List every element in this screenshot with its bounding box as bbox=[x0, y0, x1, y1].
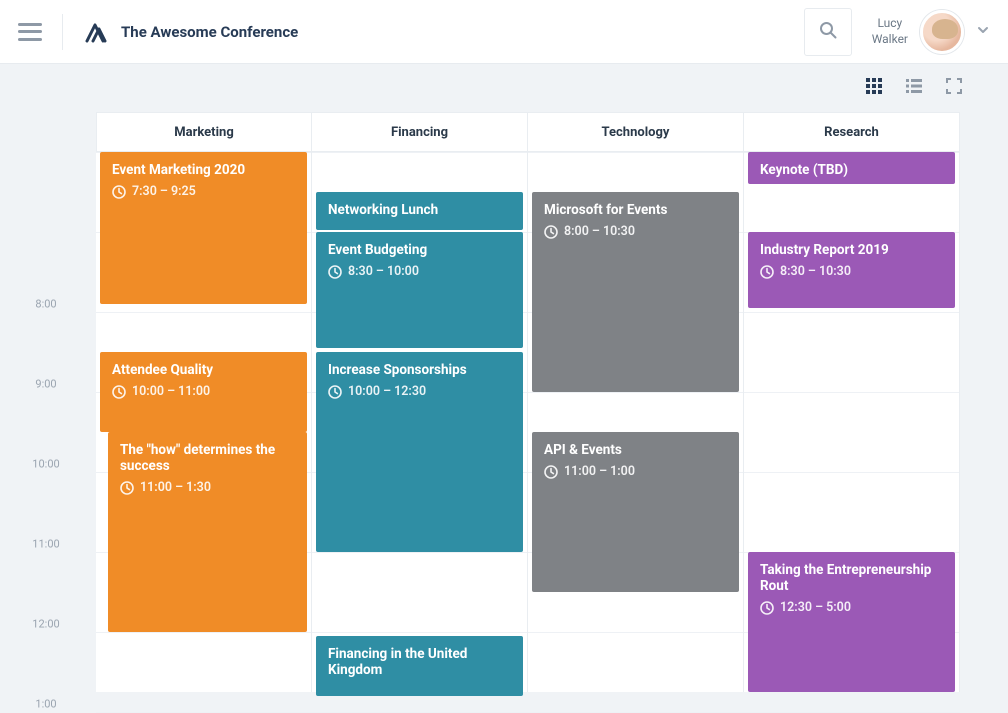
fullscreen-icon bbox=[946, 78, 962, 98]
event-card[interactable]: Financing in the United Kingdom bbox=[316, 636, 523, 696]
chevron-down-icon bbox=[976, 22, 990, 41]
event-title: Event Marketing 2020 bbox=[112, 162, 295, 178]
agenda-grid: Event Marketing 2020 7:30 – 9:25 Attendee … bbox=[96, 152, 960, 692]
track-header-marketing[interactable]: Marketing bbox=[96, 112, 312, 152]
clock-icon bbox=[328, 385, 342, 399]
track-header-research[interactable]: Research bbox=[744, 112, 960, 152]
view-controls bbox=[0, 64, 1008, 112]
event-card[interactable]: The "how" determines the success 11:00 – … bbox=[108, 432, 307, 632]
event-title: Microsoft for Events bbox=[544, 202, 727, 218]
event-time: 10:00 – 11:00 bbox=[112, 384, 295, 399]
event-title: Networking Lunch bbox=[328, 202, 511, 218]
event-time: 8:00 – 10:30 bbox=[544, 224, 727, 239]
user-name: Lucy Walker bbox=[872, 16, 908, 47]
event-time: 10:00 – 12:30 bbox=[328, 384, 511, 399]
list-view-button[interactable] bbox=[904, 78, 924, 98]
grid-view-button[interactable] bbox=[864, 78, 884, 98]
search-icon bbox=[819, 21, 837, 43]
brand-title: The Awesome Conference bbox=[121, 23, 298, 41]
clock-icon bbox=[120, 481, 134, 495]
clock-icon bbox=[112, 185, 126, 199]
event-title: Event Budgeting bbox=[328, 242, 511, 258]
user-menu[interactable]: Lucy Walker bbox=[872, 10, 990, 54]
list-view-icon bbox=[906, 78, 922, 98]
event-time: 8:30 – 10:00 bbox=[328, 264, 511, 279]
event-time: 7:30 – 9:25 bbox=[112, 184, 295, 199]
event-title: The "how" determines the success bbox=[120, 442, 295, 474]
time-label: 11:00 bbox=[4, 538, 88, 551]
avatar bbox=[920, 10, 964, 54]
event-card[interactable]: Attendee Quality 10:00 – 11:00 bbox=[100, 352, 307, 432]
event-card[interactable]: Keynote (TBD) bbox=[748, 152, 955, 184]
event-time: 12:30 – 5:00 bbox=[760, 600, 943, 615]
time-label: 8:00 bbox=[4, 298, 88, 311]
brand-logo-icon bbox=[83, 21, 109, 43]
event-title: Keynote (TBD) bbox=[760, 162, 943, 178]
event-title: Financing in the United Kingdom bbox=[328, 646, 511, 678]
clock-icon bbox=[760, 265, 774, 279]
event-title: Taking the Entrepreneurship Rout bbox=[760, 562, 943, 594]
time-label: 9:00 bbox=[4, 378, 88, 391]
clock-icon bbox=[112, 385, 126, 399]
event-card[interactable]: Networking Lunch bbox=[316, 192, 523, 230]
menu-button[interactable] bbox=[18, 23, 42, 41]
track-column-marketing: Event Marketing 2020 7:30 – 9:25 Attendee … bbox=[96, 152, 312, 692]
agenda: 8:009:0010:0011:0012:001:00 MarketingFin… bbox=[0, 112, 1008, 692]
event-title: Industry Report 2019 bbox=[760, 242, 943, 258]
event-card[interactable]: Taking the Entrepreneurship Rout 12:30 – … bbox=[748, 552, 955, 692]
search-button[interactable] bbox=[804, 8, 852, 56]
event-time: 8:30 – 10:30 bbox=[760, 264, 943, 279]
event-title: Increase Sponsorships bbox=[328, 362, 511, 378]
track-header-row: MarketingFinancingTechnologyResearch bbox=[96, 112, 960, 152]
time-label: 10:00 bbox=[4, 458, 88, 471]
clock-icon bbox=[544, 225, 558, 239]
top-bar: The Awesome Conference Lucy Walker bbox=[0, 0, 1008, 64]
brand[interactable]: The Awesome Conference bbox=[83, 21, 298, 43]
clock-icon bbox=[328, 265, 342, 279]
track-header-financing[interactable]: Financing bbox=[312, 112, 528, 152]
event-card[interactable]: Industry Report 2019 8:30 – 10:30 bbox=[748, 232, 955, 308]
separator bbox=[62, 14, 63, 50]
event-title: Attendee Quality bbox=[112, 362, 295, 378]
event-card[interactable]: Event Marketing 2020 7:30 – 9:25 bbox=[100, 152, 307, 304]
time-label: 12:00 bbox=[4, 618, 88, 631]
time-label: 1:00 bbox=[4, 698, 88, 711]
clock-icon bbox=[544, 465, 558, 479]
event-card[interactable]: Microsoft for Events 8:00 – 10:30 bbox=[532, 192, 739, 392]
track-column-research: Keynote (TBD) Industry Report 2019 8:30 – … bbox=[744, 152, 960, 692]
track-column-financing: Networking Lunch Event Budgeting 8:30 – 10… bbox=[312, 152, 528, 692]
track-column-technology: Microsoft for Events 8:00 – 10:30 API & Ev… bbox=[528, 152, 744, 692]
event-title: API & Events bbox=[544, 442, 727, 458]
track-header-technology[interactable]: Technology bbox=[528, 112, 744, 152]
clock-icon bbox=[760, 601, 774, 615]
event-time: 11:00 – 1:00 bbox=[544, 464, 727, 479]
fullscreen-button[interactable] bbox=[944, 78, 964, 98]
event-time: 11:00 – 1:30 bbox=[120, 480, 295, 495]
grid-view-icon bbox=[866, 78, 882, 98]
event-card[interactable]: Event Budgeting 8:30 – 10:00 bbox=[316, 232, 523, 348]
event-card[interactable]: Increase Sponsorships 10:00 – 12:30 bbox=[316, 352, 523, 552]
event-card[interactable]: API & Events 11:00 – 1:00 bbox=[532, 432, 739, 592]
